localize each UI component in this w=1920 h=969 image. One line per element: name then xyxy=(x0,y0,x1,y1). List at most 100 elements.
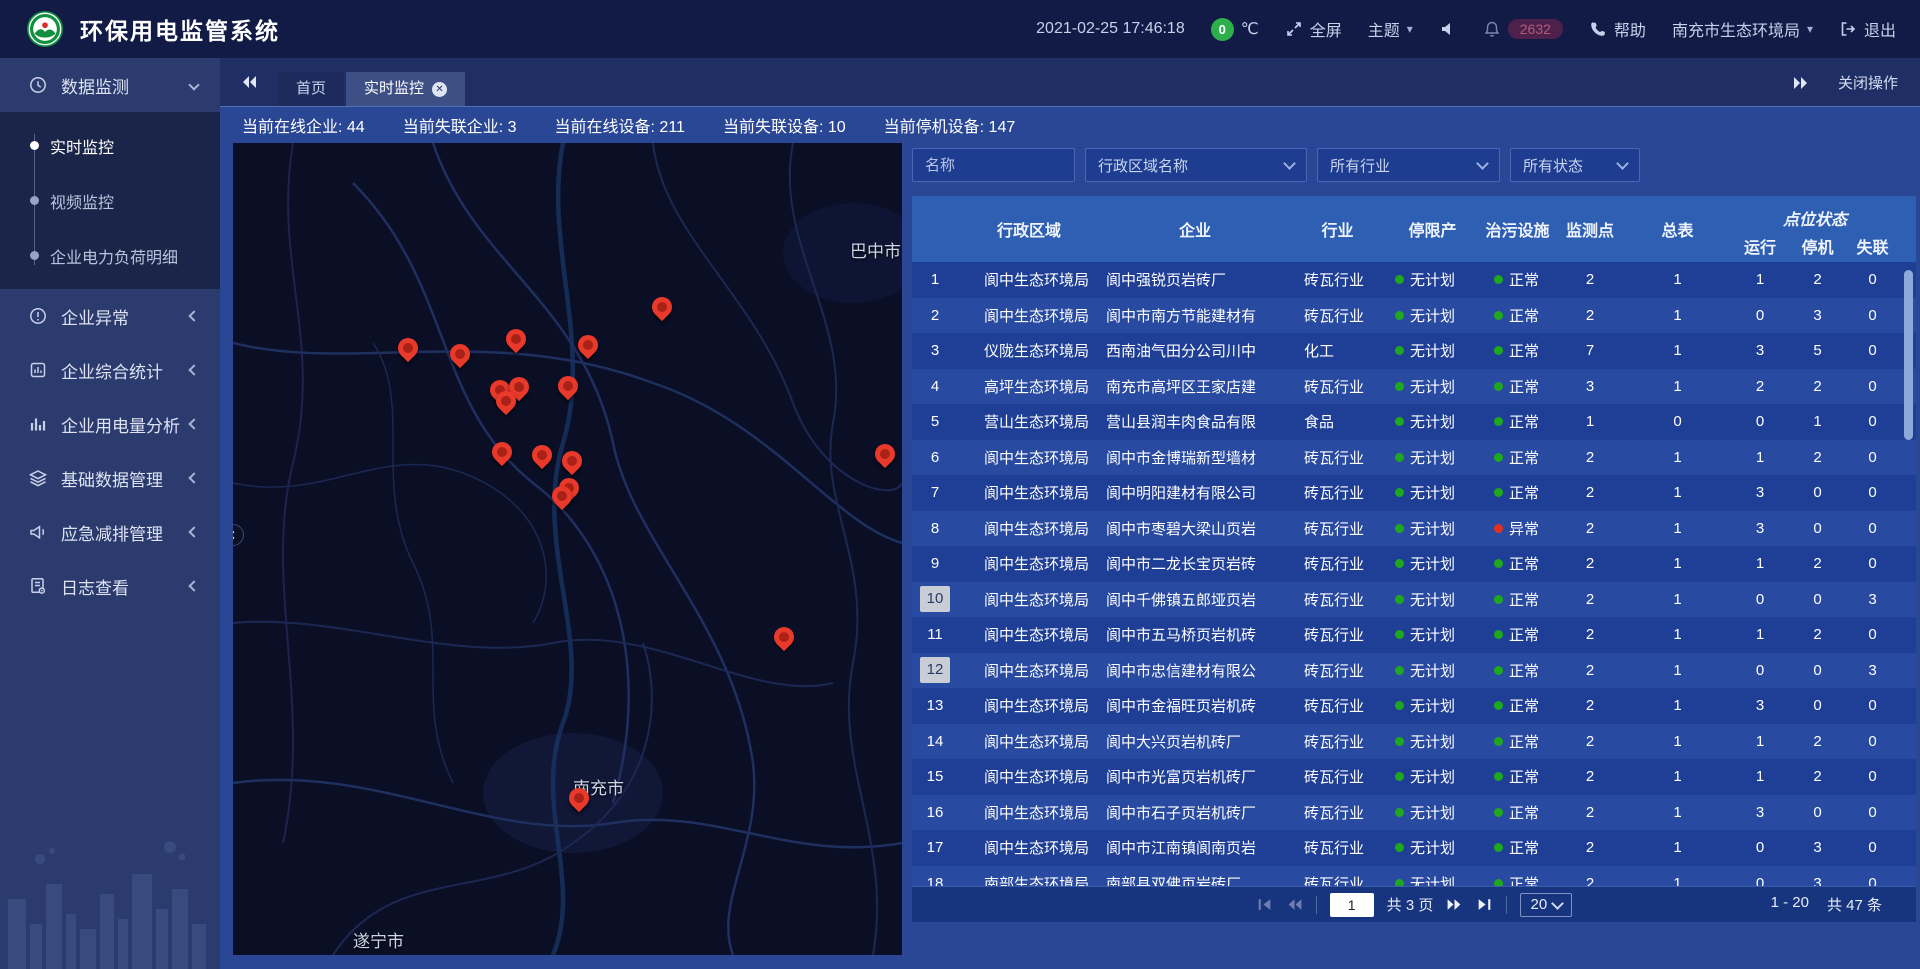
map-panel[interactable]: 巴中市南充市遂宁市 xyxy=(233,143,902,955)
cell-facility-status: 正常 xyxy=(1480,731,1555,752)
page-number-input[interactable] xyxy=(1330,893,1374,917)
stat-value: 44 xyxy=(347,119,365,136)
fullscreen-button[interactable]: 全屏 xyxy=(1285,17,1342,41)
table-row[interactable]: 4高坪生态环境局南充市高坪区王家店建砖瓦行业无计划正常31220 xyxy=(912,369,1916,405)
sidebar-item-alert[interactable]: 企业异常 xyxy=(0,289,220,343)
close-operations-button[interactable]: 关闭操作 xyxy=(1838,72,1898,93)
status-dot-green xyxy=(1395,559,1404,568)
table-row[interactable]: 12阆中生态环境局阆中市忠信建材有限公砖瓦行业无计划正常21003 xyxy=(912,653,1916,689)
cell-monitor-count: 2 xyxy=(1555,662,1625,679)
sidebar-subitem[interactable]: 视频监控 xyxy=(0,173,220,228)
cell-meter-count: 1 xyxy=(1625,271,1730,288)
notifications-button[interactable]: 2632 xyxy=(1483,19,1563,39)
cell-company: 阆中市金福旺页岩机砖 xyxy=(1100,695,1290,716)
table-row[interactable]: 14阆中生态环境局阆中大兴页岩机砖厂砖瓦行业无计划正常21120 xyxy=(912,724,1916,760)
table-row[interactable]: 2阆中生态环境局阆中市南方节能建材有砖瓦行业无计划正常21030 xyxy=(912,298,1916,334)
cell-region: 阆中生态环境局 xyxy=(958,553,1100,574)
table-row[interactable]: 7阆中生态环境局阆中明阳建材有限公司砖瓦行业无计划正常21300 xyxy=(912,475,1916,511)
table-row[interactable]: 13阆中生态环境局阆中市金福旺页岩机砖砖瓦行业无计划正常21300 xyxy=(912,688,1916,724)
speaker-icon[interactable] xyxy=(1439,20,1457,38)
stat-value: 211 xyxy=(659,119,685,136)
cell-stopped-count: 0 xyxy=(1790,591,1845,608)
logout-button[interactable]: 退出 xyxy=(1839,17,1896,41)
column-header-company: 企业 xyxy=(1100,196,1290,262)
table-row[interactable]: 6阆中生态环境局阆中市金博瑞新型墙材砖瓦行业无计划正常21120 xyxy=(912,440,1916,476)
sidebar-item-megaphone[interactable]: 应急减排管理 xyxy=(0,505,220,559)
cell-limit-status: 无计划 xyxy=(1385,518,1480,539)
pager-prev-icon[interactable] xyxy=(1286,896,1303,913)
sidebar-subitem[interactable]: 实时监控 xyxy=(0,118,220,173)
sidebar-item-monitor[interactable]: 数据监测 xyxy=(0,58,220,112)
tab-close-icon[interactable]: ✕ xyxy=(432,82,447,97)
organization-menu[interactable]: 南充市生态环境局▾ xyxy=(1672,17,1813,41)
sidebar-item-log[interactable]: 日志查看 xyxy=(0,559,220,613)
table-row[interactable]: 11阆中生态环境局阆中市五马桥页岩机砖砖瓦行业无计划正常21120 xyxy=(912,617,1916,653)
cell-meter-count: 1 xyxy=(1625,307,1730,324)
row-number: 11 xyxy=(912,626,958,643)
cell-region: 仪陇生态环境局 xyxy=(958,340,1100,361)
cell-meter-count: 1 xyxy=(1625,768,1730,785)
tab-active[interactable]: 实时监控✕ xyxy=(346,72,465,106)
theme-menu[interactable]: 主题▾ xyxy=(1368,17,1413,41)
table-row[interactable]: 15阆中生态环境局阆中市光富页岩机砖厂砖瓦行业无计划正常21120 xyxy=(912,759,1916,795)
table-row[interactable]: 18南部生态环境局南部县双佛页岩砖厂砖瓦行业无计划正常21030 xyxy=(912,866,1916,887)
tabs-scroll-left-icon[interactable] xyxy=(240,73,258,91)
name-filter-input-box[interactable] xyxy=(912,148,1075,182)
chevron-left-icon xyxy=(233,531,237,539)
cell-region: 阆中生态环境局 xyxy=(958,837,1100,858)
table-row[interactable]: 1阆中生态环境局阆中强锐页岩砖厂砖瓦行业无计划正常21120 xyxy=(912,262,1916,298)
column-header-industry: 行业 xyxy=(1290,196,1385,262)
pager-divider xyxy=(1506,896,1507,914)
help-button[interactable]: 帮助 xyxy=(1589,17,1646,41)
cell-running-count: 1 xyxy=(1730,271,1790,288)
cell-stopped-count: 1 xyxy=(1790,413,1845,430)
table-row[interactable]: 9阆中生态环境局阆中市二龙长宝页岩砖砖瓦行业无计划正常21120 xyxy=(912,546,1916,582)
cell-running-count: 0 xyxy=(1730,839,1790,856)
sidebar-subitem-label: 实时监控 xyxy=(50,134,114,158)
chevron-down-icon xyxy=(1283,157,1296,170)
pager-next-icon[interactable] xyxy=(1446,896,1463,913)
cell-facility-status: 正常 xyxy=(1480,624,1555,645)
cell-running-count: 3 xyxy=(1730,342,1790,359)
industry-filter-select[interactable]: 所有行业 xyxy=(1317,148,1500,182)
sidebar-item-layers[interactable]: 基础数据管理 xyxy=(0,451,220,505)
chevron-left-icon xyxy=(188,364,199,375)
table-row[interactable]: 5营山生态环境局营山县润丰肉食品有限食品无计划正常10010 xyxy=(912,404,1916,440)
page-size-select[interactable]: 20 xyxy=(1520,893,1572,917)
sidebar-subitem[interactable]: 企业电力负荷明细 xyxy=(0,228,220,283)
cell-meter-count: 1 xyxy=(1625,342,1730,359)
table-row[interactable]: 3仪陇生态环境局西南油气田分公司川中化工无计划正常71350 xyxy=(912,333,1916,369)
table-row[interactable]: 16阆中生态环境局阆中市石子页岩机砖厂砖瓦行业无计划正常21300 xyxy=(912,795,1916,831)
cell-stopped-count: 2 xyxy=(1790,733,1845,750)
pager-last-icon[interactable] xyxy=(1476,896,1493,913)
cell-meter-count: 1 xyxy=(1625,697,1730,714)
tab-label: 首页 xyxy=(296,72,326,106)
cell-lost-count: 0 xyxy=(1845,271,1900,288)
status-filter-select[interactable]: 所有状态 xyxy=(1510,148,1640,182)
tab-item[interactable]: 首页 xyxy=(278,72,344,106)
name-filter-input[interactable] xyxy=(925,157,1062,174)
tabs-scroll-right-icon[interactable] xyxy=(1792,74,1810,92)
status-dot-green xyxy=(1395,488,1404,497)
table-row[interactable]: 10阆中生态环境局阆中千佛镇五郎垭页岩砖瓦行业无计划正常21003 xyxy=(912,582,1916,618)
table-row[interactable]: 17阆中生态环境局阆中市江南镇阆南页岩砖瓦行业无计划正常21030 xyxy=(912,830,1916,866)
cell-facility-status: 异常 xyxy=(1480,518,1555,539)
region-filter-select[interactable]: 行政区域名称 xyxy=(1085,148,1307,182)
row-number: 16 xyxy=(912,804,958,821)
table-scrollbar[interactable] xyxy=(1904,270,1913,440)
pager-first-icon[interactable] xyxy=(1256,896,1273,913)
cell-facility-status: 正常 xyxy=(1480,589,1555,610)
cell-limit-status: 无计划 xyxy=(1385,873,1480,886)
tab-bar: 首页实时监控✕ 关闭操作 xyxy=(220,58,1920,106)
row-number: 15 xyxy=(912,768,958,785)
sidebar-item-chart[interactable]: 企业用电量分析 xyxy=(0,397,220,451)
status-stat: 当前失联设备: 10 xyxy=(723,113,846,137)
cell-running-count: 3 xyxy=(1730,697,1790,714)
cell-meter-count: 1 xyxy=(1625,733,1730,750)
sidebar-item-stats[interactable]: 企业综合统计 xyxy=(0,343,220,397)
status-dot-green xyxy=(1494,417,1503,426)
cell-industry: 砖瓦行业 xyxy=(1290,695,1385,716)
cell-industry: 食品 xyxy=(1290,411,1385,432)
cell-monitor-count: 2 xyxy=(1555,484,1625,501)
table-row[interactable]: 8阆中生态环境局阆中市枣碧大梁山页岩砖瓦行业无计划异常21300 xyxy=(912,511,1916,547)
